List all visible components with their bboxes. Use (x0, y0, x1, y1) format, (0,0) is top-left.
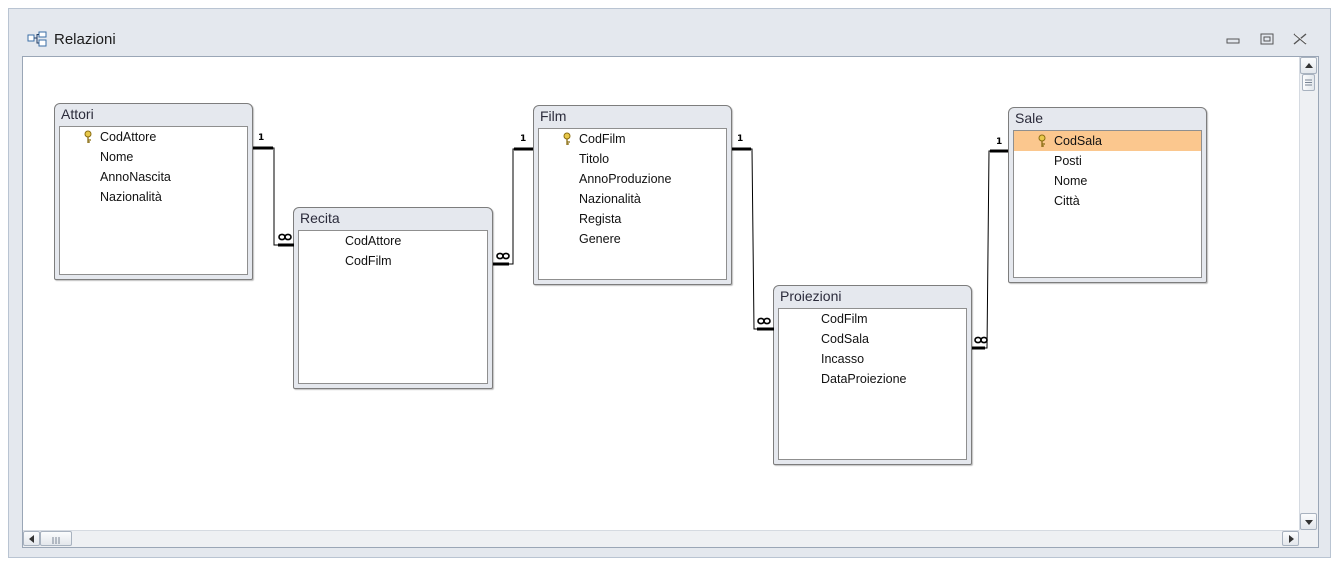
field-name: CodAttore (100, 130, 157, 144)
cardinality-many-icon (757, 317, 771, 325)
relationships-canvas[interactable]: Attori CodAttore Nome AnnoNascita Nazion… (22, 56, 1319, 548)
field-row[interactable]: Posti (1014, 151, 1201, 171)
field-row[interactable]: AnnoNascita (60, 167, 247, 187)
field-name: CodAttore (345, 234, 402, 248)
restore-icon (1260, 33, 1274, 45)
field-row[interactable]: Nazionalità (60, 187, 247, 207)
cardinality-one-label: 1 (520, 134, 527, 144)
field-name: Nome (1054, 174, 1088, 188)
field-list[interactable]: CodFilm CodSala Incasso DataProiezione (778, 308, 967, 460)
field-name: AnnoNascita (100, 170, 171, 184)
field-row[interactable]: DataProiezione (779, 369, 966, 389)
field-name: DataProiezione (821, 372, 907, 386)
field-list[interactable]: CodAttore Nome AnnoNascita Nazionalità (59, 126, 248, 275)
field-row[interactable]: Nome (60, 147, 247, 167)
field-name: CodSala (1054, 134, 1102, 148)
field-row[interactable]: Genere (539, 229, 726, 249)
window-titlebar[interactable]: Relazioni (9, 9, 1330, 55)
table-recita[interactable]: Recita CodAttore CodFilm (293, 207, 493, 389)
primary-key-icon (563, 132, 571, 145)
primary-key-icon (84, 130, 92, 143)
field-row[interactable]: Regista (539, 209, 726, 229)
field-row[interactable]: CodFilm (539, 129, 726, 149)
scroll-left-button[interactable] (23, 531, 40, 546)
horizontal-scroll-thumb[interactable] (40, 531, 72, 546)
cardinality-many-icon (974, 336, 988, 344)
field-name: Genere (579, 232, 621, 246)
field-row[interactable]: CodAttore (299, 231, 487, 251)
field-name: Nazionalità (579, 192, 641, 206)
cardinality-one-label: 1 (258, 133, 265, 143)
field-name: CodFilm (579, 132, 626, 146)
table-sale[interactable]: Sale CodSala Posti Nome Città (1008, 107, 1207, 283)
cardinality-one-label: 1 (996, 137, 1003, 147)
field-name: CodFilm (821, 312, 868, 326)
table-attori[interactable]: Attori CodAttore Nome AnnoNascita Nazion… (54, 103, 253, 280)
minimize-icon (1226, 38, 1240, 44)
field-row[interactable]: Nome (1014, 171, 1201, 191)
scroll-up-button[interactable] (1300, 57, 1317, 74)
field-row[interactable]: Incasso (779, 349, 966, 369)
grip-icon (1305, 79, 1312, 86)
field-row[interactable]: AnnoProduzione (539, 169, 726, 189)
field-row[interactable]: Città (1014, 191, 1201, 211)
relationships-icon (27, 31, 47, 47)
table-title: Film (540, 108, 567, 124)
scrollbar-corner (1299, 530, 1318, 547)
table-title: Attori (61, 106, 94, 122)
field-row[interactable]: CodAttore (60, 127, 247, 147)
cardinality-many-icon (496, 252, 510, 260)
arrow-down-icon (1305, 520, 1313, 525)
field-name: Posti (1054, 154, 1082, 168)
relationship-film-proiezioni (732, 147, 774, 331)
horizontal-scrollbar[interactable] (23, 530, 1299, 547)
table-title: Proiezioni (780, 288, 842, 304)
field-name: Città (1054, 194, 1080, 208)
field-name: CodSala (821, 332, 869, 346)
primary-key-icon (1038, 134, 1046, 147)
window-title: Relazioni (54, 31, 116, 48)
table-proiezioni[interactable]: Proiezioni CodFilm CodSala Incasso DataP… (773, 285, 972, 465)
arrow-left-icon (29, 535, 34, 543)
field-list[interactable]: CodFilm Titolo AnnoProduzione Nazionalit… (538, 128, 727, 280)
field-list[interactable]: CodAttore CodFilm (298, 230, 488, 384)
vertical-scroll-thumb[interactable] (1302, 74, 1315, 91)
field-row[interactable]: Nazionalità (539, 189, 726, 209)
vertical-scrollbar[interactable] (1299, 57, 1318, 530)
relationships-window: Relazioni Attori CodAttore Nome AnnoNasc… (8, 8, 1331, 558)
relationship-sale-proiezioni (972, 149, 1008, 350)
field-name: Nome (100, 150, 134, 164)
minimize-button[interactable] (1224, 31, 1242, 47)
field-row[interactable]: Titolo (539, 149, 726, 169)
scroll-right-button[interactable] (1282, 531, 1299, 546)
close-button[interactable] (1291, 31, 1309, 47)
field-name: Regista (579, 212, 622, 226)
field-name: Incasso (821, 352, 865, 366)
table-title: Recita (300, 210, 340, 226)
close-icon (1293, 33, 1307, 45)
arrow-right-icon (1289, 535, 1294, 543)
field-row[interactable]: CodFilm (779, 309, 966, 329)
cardinality-many-icon (278, 233, 292, 241)
field-row[interactable]: CodFilm (299, 251, 487, 271)
field-row[interactable]: CodSala (779, 329, 966, 349)
field-name: CodFilm (345, 254, 392, 268)
relationship-film-recita (493, 147, 533, 266)
field-list[interactable]: CodSala Posti Nome Città (1013, 130, 1202, 278)
restore-button[interactable] (1258, 31, 1276, 47)
relationship-attori-recita (253, 146, 294, 247)
grip-icon (52, 537, 60, 544)
field-name: Titolo (579, 152, 610, 166)
field-name: Nazionalità (100, 190, 162, 204)
field-row-selected[interactable]: CodSala (1014, 131, 1201, 151)
table-film[interactable]: Film CodFilm Titolo AnnoProduzione Nazio… (533, 105, 732, 285)
field-name: AnnoProduzione (579, 172, 672, 186)
arrow-up-icon (1305, 63, 1313, 68)
scroll-down-button[interactable] (1300, 513, 1317, 530)
cardinality-one-label: 1 (737, 134, 744, 144)
table-title: Sale (1015, 110, 1044, 126)
